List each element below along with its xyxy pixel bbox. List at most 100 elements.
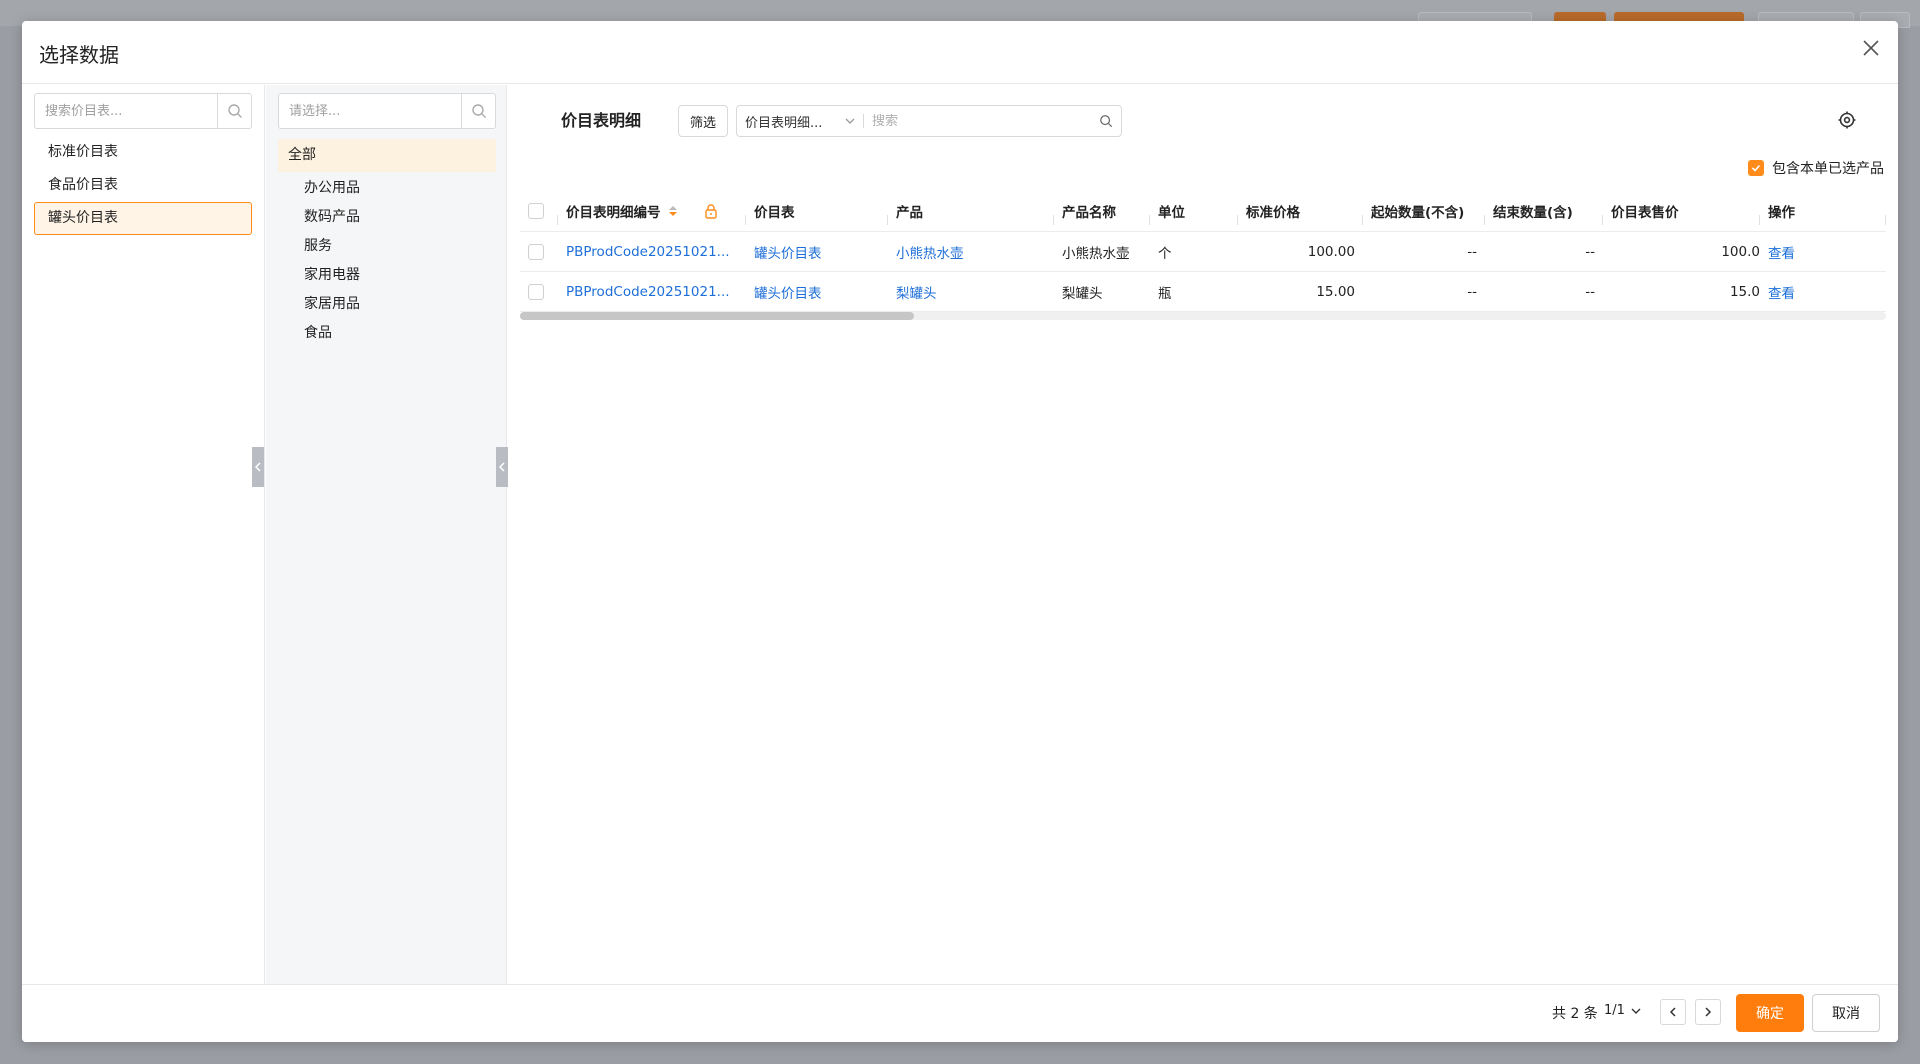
category-item-service[interactable]: 服务 — [278, 232, 496, 261]
header-code[interactable]: 价目表明细编号 — [558, 191, 746, 231]
code-cell: PBProdCode20251021... — [558, 232, 746, 271]
unit-cell: 瓶 — [1158, 285, 1172, 302]
category-search — [278, 93, 496, 129]
header-product-name[interactable]: 产品名称 — [1054, 191, 1150, 231]
category-item-office[interactable]: 办公用品 — [278, 174, 496, 203]
header-sale-price[interactable]: 价目表售价 — [1603, 191, 1760, 231]
detail-table: 价目表明细编号 价目表 产品 产品名称 单位 标准价格 起始数量(不含) 结束数… — [520, 191, 1886, 312]
prev-page-button[interactable] — [1660, 999, 1686, 1025]
code-cell: PBProdCode20251021... — [558, 272, 746, 311]
total-count: 共 2 条 — [1552, 1006, 1598, 1022]
table-row[interactable]: PBProdCode20251021... 罐头价目表 小熊热水壶 小熊热水壶 … — [520, 232, 1886, 272]
header-action: 操作 — [1760, 191, 1886, 231]
include-selected-checkbox[interactable]: 包含本单已选产品 — [1748, 158, 1884, 178]
dialog-title: 选择数据 — [39, 43, 119, 67]
detail-panel: 价目表明细 筛选 价目表明细... 包含本单已选产品 — [508, 85, 1898, 984]
chevron-left-icon — [1669, 1007, 1676, 1017]
view-link[interactable]: 查看 — [1768, 242, 1795, 262]
product-name-cell: 梨罐头 — [1062, 285, 1103, 302]
std-price-cell: 100.00 — [1307, 243, 1355, 260]
product-link[interactable]: 梨罐头 — [896, 282, 937, 302]
price-list-item-food[interactable]: 食品价目表 — [34, 169, 252, 202]
header-start-qty-label: 起始数量(不含) — [1371, 205, 1465, 221]
start-qty-cell: -- — [1467, 283, 1477, 300]
lock-icon[interactable] — [703, 203, 719, 219]
price-list-link[interactable]: 罐头价目表 — [754, 282, 822, 302]
dialog-header: 选择数据 — [22, 21, 1898, 84]
header-std-price[interactable]: 标准价格 — [1238, 191, 1363, 231]
confirm-button[interactable]: 确定 — [1736, 994, 1804, 1032]
gear-icon[interactable] — [1836, 109, 1858, 131]
chevron-down-icon — [845, 118, 855, 124]
horizontal-scrollbar[interactable] — [520, 312, 1886, 320]
header-start-qty[interactable]: 起始数量(不含) — [1363, 191, 1485, 231]
field-select-value: 价目表明细... — [745, 115, 823, 131]
row-checkbox[interactable] — [528, 283, 544, 300]
field-select[interactable]: 价目表明细... — [737, 112, 863, 131]
table-row[interactable]: PBProdCode20251021... 罐头价目表 梨罐头 梨罐头 瓶 15… — [520, 272, 1886, 312]
price-list-item-standard[interactable]: 标准价目表 — [34, 136, 252, 169]
price-list-search-input[interactable] — [35, 94, 217, 128]
select-data-dialog: 选择数据 标准价目表 食品价目表 罐头价目表 — [22, 21, 1898, 1042]
view-link[interactable]: 查看 — [1768, 282, 1795, 302]
category-item-appliance[interactable]: 家用电器 — [278, 261, 496, 290]
header-end-qty-label: 结束数量(含) — [1493, 205, 1573, 221]
action-cell: 查看 — [1760, 272, 1886, 311]
category-search-input[interactable] — [279, 94, 461, 128]
product-cell: 小熊热水壶 — [888, 232, 1054, 271]
dialog-footer: 共 2 条 1/1 确定 取消 — [22, 984, 1898, 1042]
price-list-cell: 罐头价目表 — [746, 232, 888, 271]
filter-button[interactable]: 筛选 — [678, 105, 728, 137]
next-page-button[interactable] — [1695, 999, 1721, 1025]
product-link[interactable]: 小熊热水壶 — [896, 242, 964, 262]
include-selected-label: 包含本单已选产品 — [1772, 161, 1884, 177]
category-item-food[interactable]: 食品 — [278, 319, 496, 348]
header-unit[interactable]: 单位 — [1150, 191, 1238, 231]
chevron-down-icon — [1631, 1008, 1641, 1014]
header-action-label: 操作 — [1768, 205, 1795, 221]
select-all-checkbox[interactable] — [528, 203, 544, 219]
chevron-right-icon — [1705, 1007, 1712, 1017]
category-item-all[interactable]: 全部 — [278, 139, 496, 172]
header-price-list-label: 价目表 — [754, 205, 795, 221]
code-link[interactable]: PBProdCode20251021... — [566, 284, 730, 300]
product-name-cell: 小熊热水壶 — [1062, 245, 1130, 262]
sort-icon[interactable] — [667, 204, 679, 218]
search-icon[interactable] — [1091, 114, 1121, 128]
price-list-panel: 标准价目表 食品价目表 罐头价目表 — [22, 85, 265, 984]
detail-title: 价目表明细 — [561, 111, 642, 130]
price-list-item-canned[interactable]: 罐头价目表 — [34, 202, 252, 235]
collapse-middle-handle[interactable] — [496, 447, 508, 487]
check-icon — [1748, 160, 1764, 176]
sale-price-cell: 15.0 — [1729, 283, 1760, 300]
header-code-label: 价目表明细编号 — [566, 205, 661, 221]
product-cell: 梨罐头 — [888, 272, 1054, 311]
category-item-digital[interactable]: 数码产品 — [278, 203, 496, 232]
category-panel: 全部 办公用品 数码产品 服务 家用电器 家居用品 食品 — [266, 85, 507, 984]
header-end-qty[interactable]: 结束数量(含) — [1485, 191, 1603, 231]
search-icon[interactable] — [461, 94, 495, 128]
sale-price-cell: 100.0 — [1721, 243, 1760, 260]
page-select[interactable]: 1/1 — [1604, 1003, 1643, 1018]
collapse-left-handle[interactable] — [252, 447, 264, 487]
price-list-link[interactable]: 罐头价目表 — [754, 242, 822, 262]
detail-search-combo: 价目表明细... — [736, 105, 1122, 137]
page-indicator: 1/1 — [1604, 1003, 1625, 1018]
row-select-cell — [520, 272, 558, 311]
price-list-list: 标准价目表 食品价目表 罐头价目表 — [34, 136, 252, 235]
code-link[interactable]: PBProdCode20251021... — [566, 244, 730, 260]
search-icon[interactable] — [217, 94, 251, 128]
header-product[interactable]: 产品 — [888, 191, 1054, 231]
category-item-household[interactable]: 家居用品 — [278, 290, 496, 319]
detail-search-input[interactable] — [864, 113, 1091, 129]
scrollbar-thumb[interactable] — [520, 312, 914, 320]
dialog-body: 标准价目表 食品价目表 罐头价目表 全部 办公用品 数码产品 服务 家用电器 — [22, 85, 1898, 984]
row-checkbox[interactable] — [528, 243, 544, 260]
header-price-list[interactable]: 价目表 — [746, 191, 888, 231]
cancel-button[interactable]: 取消 — [1812, 994, 1880, 1032]
action-cell: 查看 — [1760, 232, 1886, 271]
row-select-cell — [520, 232, 558, 271]
header-product-label: 产品 — [896, 205, 923, 221]
price-list-search — [34, 93, 252, 129]
close-icon[interactable] — [1860, 37, 1882, 59]
